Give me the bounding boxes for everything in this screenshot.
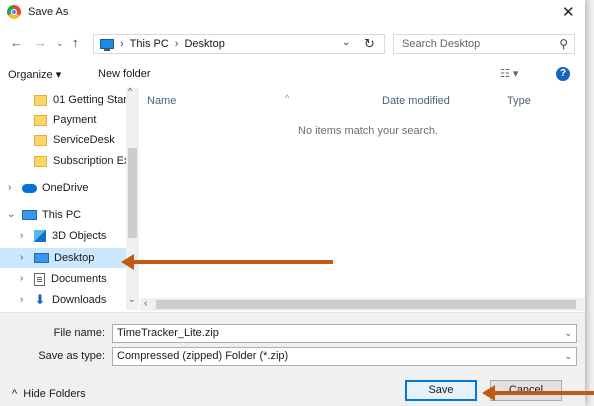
document-icon [34,272,45,286]
search-input[interactable]: Search Desktop ⚲ [393,34,575,54]
download-icon: ⬇ [34,292,46,307]
tree-item-this-pc[interactable]: ⌄ This PC [0,205,139,225]
window-title: Save As [28,6,69,18]
tree-item-01-getting-started[interactable]: 01 Getting Starte [0,90,139,110]
scroll-down-icon[interactable]: ⌄ [128,294,136,305]
column-header-date-modified[interactable]: Date modified [382,95,450,107]
address-bar[interactable]: › This PC › Desktop ⌄ ↻ [93,34,385,54]
chevron-right-icon[interactable]: › [20,230,23,241]
close-icon[interactable]: ✕ [562,3,575,21]
tree-item-3d-objects[interactable]: › 3D Objects [0,226,139,246]
command-toolbar: Organize ▾ New folder ☷ ▾ ? [0,64,585,86]
folder-icon [34,134,47,146]
breadcrumb-desktop[interactable]: Desktop [184,38,224,50]
navigation-pane-scrollbar[interactable]: ^ ⌄ [126,86,139,310]
chevron-right-icon[interactable]: › [20,252,23,263]
save-as-type-label: Save as type: [38,350,105,362]
file-name-input[interactable]: TimeTracker_Lite.zip ⌄ [112,324,577,343]
scrollbar-thumb[interactable] [128,148,137,238]
search-icon: ⚲ [559,37,568,51]
help-icon[interactable]: ? [556,67,570,81]
save-as-dialog: Save As ✕ ← → ⌄ ↑ › This PC › Desktop ⌄ … [0,0,585,406]
tree-item-desktop[interactable]: › Desktop [0,248,139,268]
desktop-location-icon [100,39,114,51]
folder-icon [34,155,47,167]
tree-item-payment[interactable]: Payment [0,110,139,130]
file-name-label: File name: [53,327,105,339]
chevron-right-icon[interactable]: › [8,182,11,193]
chevron-down-icon[interactable]: ⌄ [564,351,572,362]
chevron-right-icon[interactable]: › [20,273,23,284]
3d-objects-icon [34,230,46,242]
file-list-horizontal-scrollbar[interactable]: ‹ [140,298,585,311]
organize-button[interactable]: Organize ▾ [8,68,61,81]
breadcrumb-separator-icon: › [174,38,179,50]
navigation-bar: ← → ⌄ ↑ › This PC › Desktop ⌄ ↻ Search D… [0,28,585,58]
tree-item-documents[interactable]: › Documents [0,269,139,289]
navigation-pane: 01 Getting Starte Payment ServiceDesk Su… [0,88,139,310]
tree-item-onedrive[interactable]: › OneDrive [0,178,139,198]
change-view-icon[interactable]: ☷ ▾ [500,67,518,80]
save-button[interactable]: Save [405,380,477,401]
column-header-type[interactable]: Type [507,95,531,107]
save-as-type-select[interactable]: Compressed (zipped) Folder (*.zip) ⌄ [112,347,577,366]
hide-folders-button[interactable]: ^ Hide Folders [12,388,86,400]
chevron-down-icon[interactable]: ⌄ [564,328,572,339]
scroll-up-icon[interactable]: ^ [128,86,132,96]
tree-item-subscription[interactable]: Subscription Exp [0,151,139,171]
chevron-up-icon: ^ [12,388,18,400]
desktop-icon [34,253,49,263]
chevron-down-icon[interactable]: ⌄ [342,37,350,48]
column-header-name[interactable]: Name [147,95,176,107]
pc-icon [22,210,37,220]
file-list-pane: Name ^ Date modified Type No items match… [140,88,585,298]
folder-icon [34,114,47,126]
annotation-arrow-desktop [121,254,333,270]
scroll-left-icon[interactable]: ‹ [144,298,147,309]
chevron-right-icon[interactable]: › [20,294,23,305]
title-bar: Save As ✕ [0,0,585,26]
search-placeholder: Search Desktop [402,38,481,50]
new-folder-button[interactable]: New folder [98,68,151,80]
folder-icon [34,94,47,106]
cloud-icon [22,183,37,193]
annotation-arrow-save [482,385,594,401]
breadcrumb-separator-icon: › [120,38,124,50]
up-arrow-icon[interactable]: ↑ [72,35,79,50]
tree-item-servicedesk[interactable]: ServiceDesk [0,130,139,150]
breadcrumb-this-pc[interactable]: This PC [130,38,169,50]
back-arrow-icon[interactable]: ← [10,35,23,50]
forward-arrow-icon[interactable]: → [34,35,47,50]
recent-locations-chevron-icon[interactable]: ⌄ [56,38,64,49]
scrollbar-thumb[interactable] [156,300,576,309]
refresh-icon[interactable]: ↻ [364,36,375,52]
tree-item-downloads[interactable]: › ⬇ Downloads [0,290,139,310]
chevron-down-icon[interactable]: ⌄ [7,209,15,220]
chrome-icon [7,5,21,19]
empty-folder-message: No items match your search. [298,125,438,137]
sort-ascending-icon: ^ [285,93,290,103]
